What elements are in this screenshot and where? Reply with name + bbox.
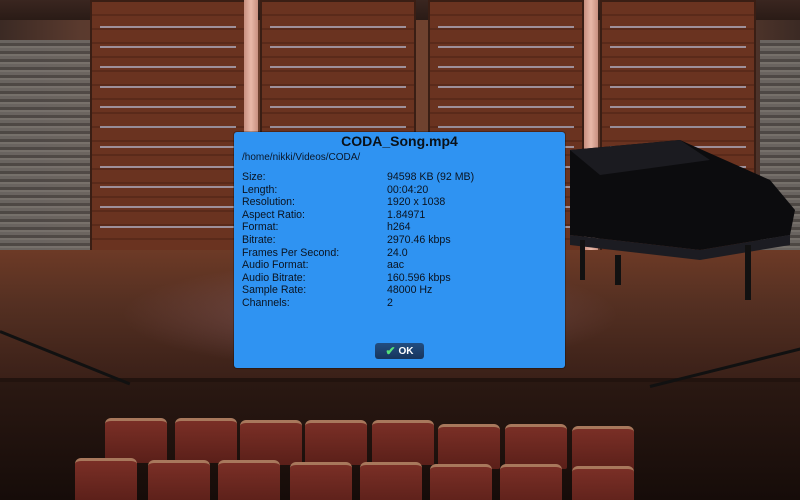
property-value: 00:04:20 <box>387 183 429 196</box>
checkmark-icon: ✔ <box>385 344 396 358</box>
dialog-title: CODA_Song.mp4 <box>341 133 458 149</box>
grand-piano <box>570 140 795 300</box>
seat <box>75 458 137 500</box>
ok-label: OK <box>398 345 414 357</box>
property-label: Audio Format: <box>242 259 309 272</box>
properties-list: Size: 94598 KB (92 MB) Length: 00:04:20 … <box>242 171 562 310</box>
seat <box>500 464 562 500</box>
property-value: 94598 KB (92 MB) <box>387 171 475 183</box>
property-row-sample-rate: Sample Rate: 48000 Hz <box>242 284 562 297</box>
property-row-aspect-ratio: Aspect Ratio: 1.84971 <box>242 209 562 222</box>
property-row-channels: Channels: 2 <box>242 297 562 310</box>
property-row-format: Format: h264 <box>242 221 562 234</box>
file-path: /home/nikki/Videos/CODA/ <box>242 152 361 163</box>
property-label: Length: <box>242 183 278 196</box>
ok-button[interactable]: ✔ OK <box>375 343 424 359</box>
property-row-audio-format: Audio Format: aac <box>242 259 562 272</box>
seat <box>438 424 500 469</box>
property-label: Sample Rate: <box>242 284 307 297</box>
property-value: aac <box>387 259 405 272</box>
property-label: Aspect Ratio: <box>242 208 306 221</box>
property-row-size: Size: 94598 KB (92 MB) <box>242 171 562 184</box>
seat <box>148 460 210 500</box>
seat <box>305 420 367 465</box>
seat <box>175 418 237 463</box>
seat <box>372 420 434 465</box>
property-row-fps: Frames Per Second: 24.0 <box>242 247 562 260</box>
seat <box>505 424 567 469</box>
property-row-audio-bitrate: Audio Bitrate: 160.596 kbps <box>242 272 562 285</box>
wood-panel <box>90 0 246 254</box>
seat <box>290 462 352 500</box>
property-label: Resolution: <box>242 196 295 209</box>
property-row-bitrate: Bitrate: 2970.46 kbps <box>242 234 562 247</box>
property-value: 160.596 kbps <box>387 271 451 284</box>
seat <box>105 418 167 463</box>
left-stone-wall <box>0 40 90 280</box>
property-label: Channels: <box>242 296 290 309</box>
property-row-resolution: Resolution: 1920 x 1038 <box>242 196 562 209</box>
property-value: h264 <box>387 221 411 234</box>
property-label: Size: <box>242 171 266 183</box>
seat <box>360 462 422 500</box>
property-label: Audio Bitrate: <box>242 271 306 284</box>
property-value: 2970.46 kbps <box>387 233 451 246</box>
property-label: Frames Per Second: <box>242 246 340 259</box>
property-value: 48000 Hz <box>387 284 433 297</box>
property-value: 2 <box>387 296 393 309</box>
property-value: 1.84971 <box>387 208 426 221</box>
seat <box>572 466 634 500</box>
seat <box>240 420 302 465</box>
property-value: 1920 x 1038 <box>387 196 446 209</box>
property-label: Format: <box>242 221 279 234</box>
property-row-length: Length: 00:04:20 <box>242 184 562 197</box>
property-value: 24.0 <box>387 246 408 259</box>
seat <box>218 460 280 500</box>
file-properties-dialog: CODA_Song.mp4 /home/nikki/Videos/CODA/ S… <box>234 132 565 368</box>
seat <box>572 426 634 471</box>
seat <box>430 464 492 500</box>
property-label: Bitrate: <box>242 233 276 246</box>
